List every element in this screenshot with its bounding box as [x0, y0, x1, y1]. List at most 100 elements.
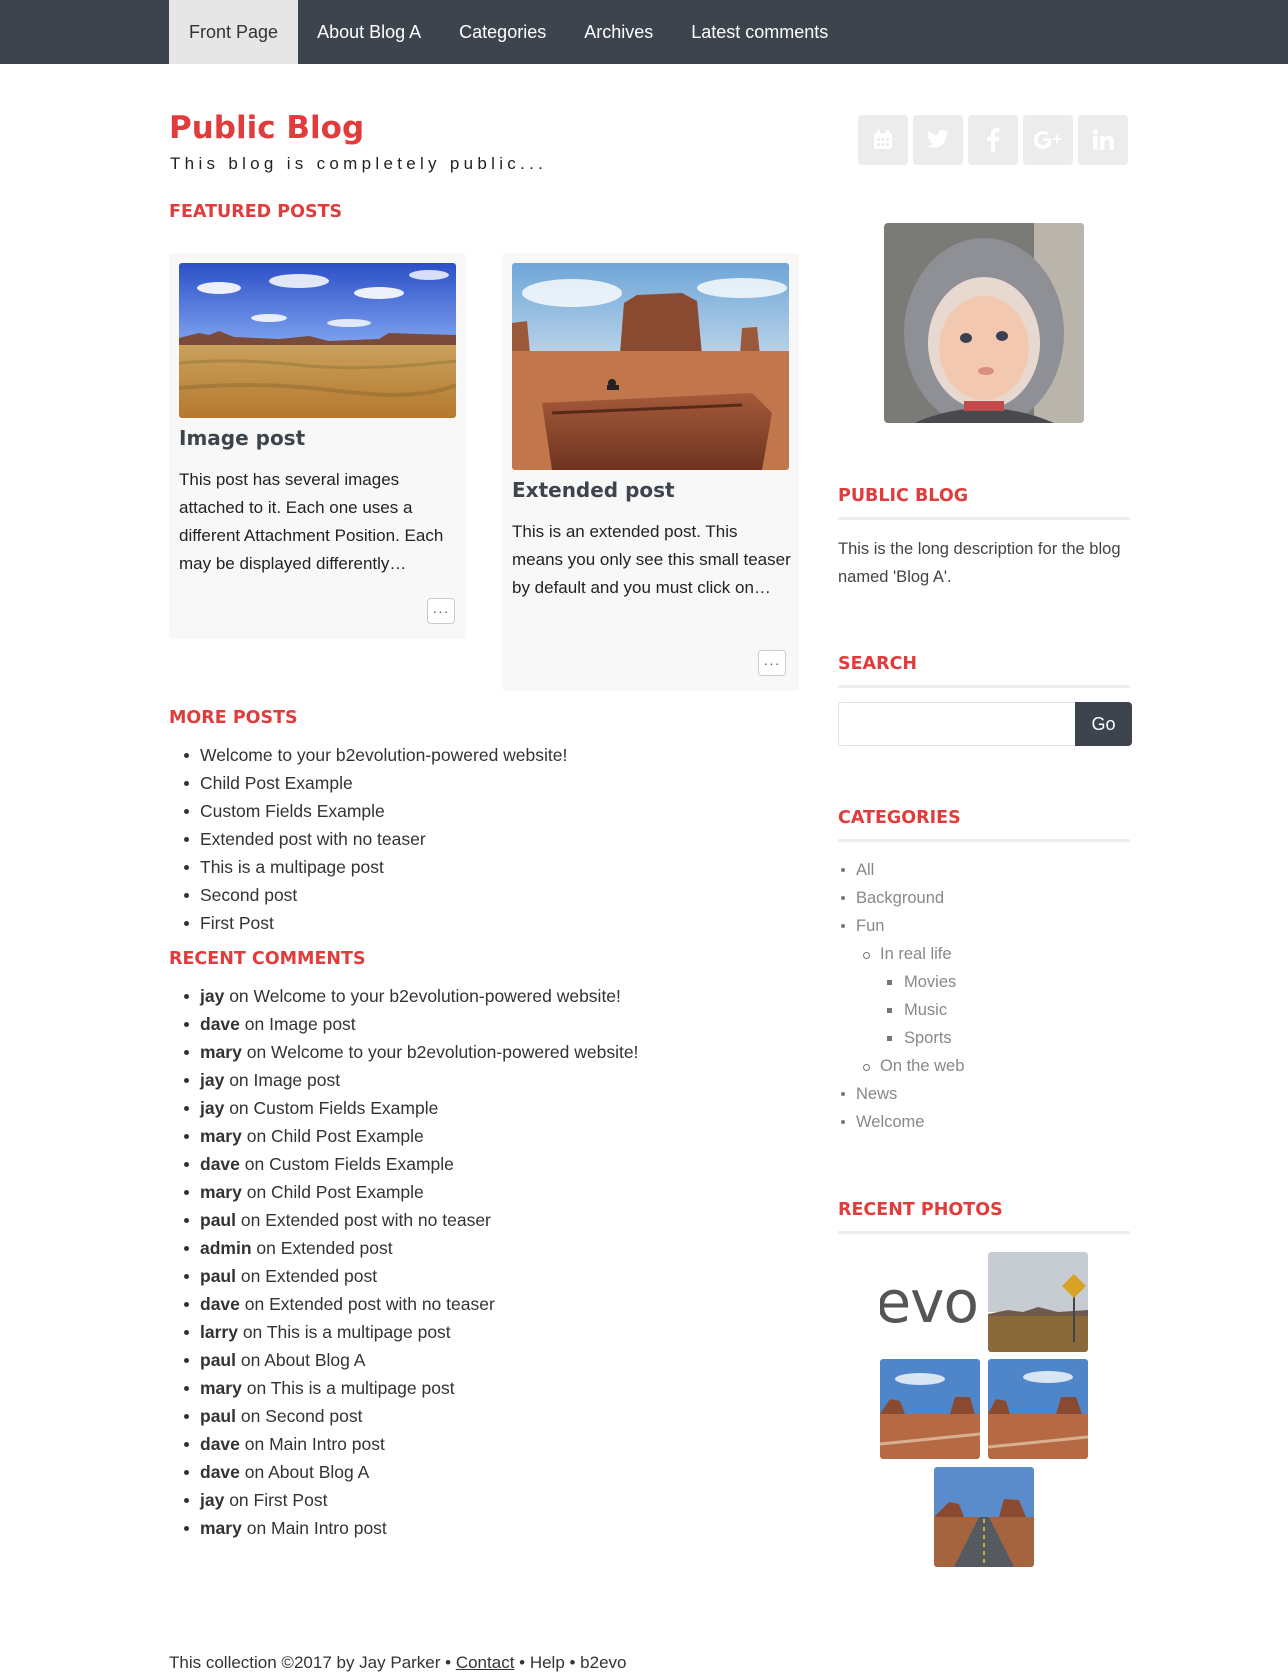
read-more-button[interactable]: ··· — [758, 650, 786, 676]
comment-post-link[interactable]: First Post — [254, 1490, 328, 1510]
contact-link[interactable]: Contact — [456, 1653, 515, 1672]
comment-author[interactable]: mary — [200, 1126, 242, 1146]
blog-title[interactable]: Public Blog — [169, 110, 364, 146]
comment-separator: on — [224, 1490, 254, 1510]
post-thumbnail[interactable] — [179, 263, 456, 418]
comment-author[interactable]: dave — [200, 1434, 240, 1454]
comment-author[interactable]: jay — [200, 1098, 224, 1118]
linkedin-icon[interactable] — [1078, 115, 1128, 165]
recent-photo[interactable] — [880, 1359, 980, 1459]
category-movies[interactable]: Movies — [838, 968, 964, 996]
more-post-link[interactable]: First Post — [169, 909, 567, 937]
search-input[interactable] — [838, 702, 1075, 746]
twitter-icon[interactable] — [913, 115, 963, 165]
comment-post-link[interactable]: Extended post with no teaser — [269, 1294, 495, 1314]
recent-comment-item: larry on This is a multipage post — [169, 1318, 638, 1346]
comment-post-link[interactable]: Welcome to your b2evolution-powered webs… — [271, 1042, 638, 1062]
nav-item-front-page[interactable]: Front Page — [169, 0, 299, 64]
nav-item-archives[interactable]: Archives — [565, 0, 672, 64]
footer-copyright: This collection ©2017 by Jay Parker • — [169, 1653, 456, 1672]
comment-author[interactable]: mary — [200, 1378, 242, 1398]
comment-author[interactable]: paul — [200, 1266, 236, 1286]
recent-photo[interactable] — [988, 1359, 1088, 1459]
nav-item-latest-comments[interactable]: Latest comments — [672, 0, 847, 64]
comment-post-link[interactable]: This is a multipage post — [267, 1322, 451, 1342]
comment-post-link[interactable]: Extended post with no teaser — [265, 1210, 491, 1230]
comment-author[interactable]: dave — [200, 1014, 240, 1034]
post-teaser: This is an extended post. This means you… — [512, 522, 791, 597]
comment-author[interactable]: dave — [200, 1462, 240, 1482]
category-sports[interactable]: Sports — [838, 1024, 964, 1052]
category-all[interactable]: All — [838, 856, 964, 884]
nav-item-about-blog-a[interactable]: About Blog A — [298, 0, 440, 64]
category-music[interactable]: Music — [838, 996, 964, 1024]
comment-post-link[interactable]: Image post — [254, 1070, 341, 1090]
more-post-link[interactable]: Extended post with no teaser — [169, 825, 567, 853]
comment-post-link[interactable]: Second post — [265, 1406, 362, 1426]
read-more-button[interactable]: ··· — [427, 598, 455, 624]
category-on-the-web[interactable]: On the web — [838, 1052, 964, 1080]
comment-author[interactable]: jay — [200, 1490, 224, 1510]
post-thumbnail[interactable] — [512, 263, 789, 470]
comment-author[interactable]: mary — [200, 1182, 242, 1202]
more-post-link[interactable]: Welcome to your b2evolution-powered webs… — [169, 741, 567, 769]
category-fun[interactable]: Fun — [838, 912, 964, 940]
recent-comment-item: jay on Custom Fields Example — [169, 1094, 638, 1122]
more-post-link[interactable]: Custom Fields Example — [169, 797, 567, 825]
comment-post-link[interactable]: Custom Fields Example — [254, 1098, 439, 1118]
category-news[interactable]: News — [838, 1080, 964, 1108]
post-title[interactable]: Extended post — [512, 478, 675, 502]
recent-comment-item: mary on This is a multipage post — [169, 1374, 638, 1402]
comment-post-link[interactable]: Image post — [269, 1014, 356, 1034]
comment-separator: on — [241, 1518, 272, 1538]
comment-author[interactable]: paul — [200, 1406, 236, 1426]
more-post-link[interactable]: Second post — [169, 881, 567, 909]
comment-separator: on — [235, 1266, 266, 1286]
comment-post-link[interactable]: About Blog A — [268, 1462, 369, 1482]
more-post-link[interactable]: Child Post Example — [169, 769, 567, 797]
comment-author[interactable]: jay — [200, 986, 224, 1006]
recent-comment-item: paul on About Blog A — [169, 1346, 638, 1374]
comment-post-link[interactable]: Custom Fields Example — [269, 1154, 454, 1174]
categories-heading: CATEGORIES — [838, 808, 1130, 842]
comment-author[interactable]: mary — [200, 1518, 242, 1538]
category-background[interactable]: Background — [838, 884, 964, 912]
comment-post-link[interactable]: This is a multipage post — [271, 1378, 455, 1398]
search-go-button[interactable]: Go — [1075, 702, 1132, 746]
facebook-icon[interactable] — [968, 115, 1018, 165]
recent-comment-item: dave on Custom Fields Example — [169, 1150, 638, 1178]
comment-post-link[interactable]: Welcome to your b2evolution-powered webs… — [254, 986, 621, 1006]
nav-item-categories[interactable]: Categories — [440, 0, 565, 64]
comment-post-link[interactable]: Child Post Example — [271, 1126, 424, 1146]
recent-photo[interactable] — [988, 1252, 1088, 1352]
comment-author[interactable]: admin — [200, 1238, 252, 1258]
comment-post-link[interactable]: Main Intro post — [269, 1434, 385, 1454]
comment-author[interactable]: paul — [200, 1210, 236, 1230]
recent-photo[interactable] — [934, 1467, 1034, 1567]
search-heading: SEARCH — [838, 654, 1130, 688]
comment-author[interactable]: mary — [200, 1042, 242, 1062]
comment-post-link[interactable]: Child Post Example — [271, 1182, 424, 1202]
comment-post-link[interactable]: About Blog A — [264, 1350, 365, 1370]
google-plus-icon[interactable] — [1023, 115, 1073, 165]
category-in-real-life[interactable]: In real life — [838, 940, 964, 968]
calendar-icon[interactable] — [858, 115, 908, 165]
recent-comment-item: mary on Main Intro post — [169, 1514, 638, 1542]
post-title[interactable]: Image post — [179, 426, 305, 450]
more-post-link[interactable]: This is a multipage post — [169, 853, 567, 881]
comment-author[interactable]: paul — [200, 1350, 236, 1370]
recent-comment-item: paul on Second post — [169, 1402, 638, 1430]
featured-post-card: Extended post This is an extended post. … — [502, 253, 799, 691]
comment-author[interactable]: jay — [200, 1070, 224, 1090]
comment-post-link[interactable]: Extended post — [265, 1266, 377, 1286]
footer: This collection ©2017 by Jay Parker • Co… — [169, 1653, 627, 1673]
social-links — [858, 115, 1128, 165]
comment-author[interactable]: larry — [200, 1322, 238, 1342]
recent-photo[interactable]: evo — [880, 1252, 980, 1352]
comment-post-link[interactable]: Main Intro post — [271, 1518, 387, 1538]
comment-author[interactable]: dave — [200, 1154, 240, 1174]
category-welcome[interactable]: Welcome — [838, 1108, 964, 1136]
comment-separator: on — [241, 1378, 271, 1398]
comment-author[interactable]: dave — [200, 1294, 240, 1314]
comment-post-link[interactable]: Extended post — [281, 1238, 393, 1258]
